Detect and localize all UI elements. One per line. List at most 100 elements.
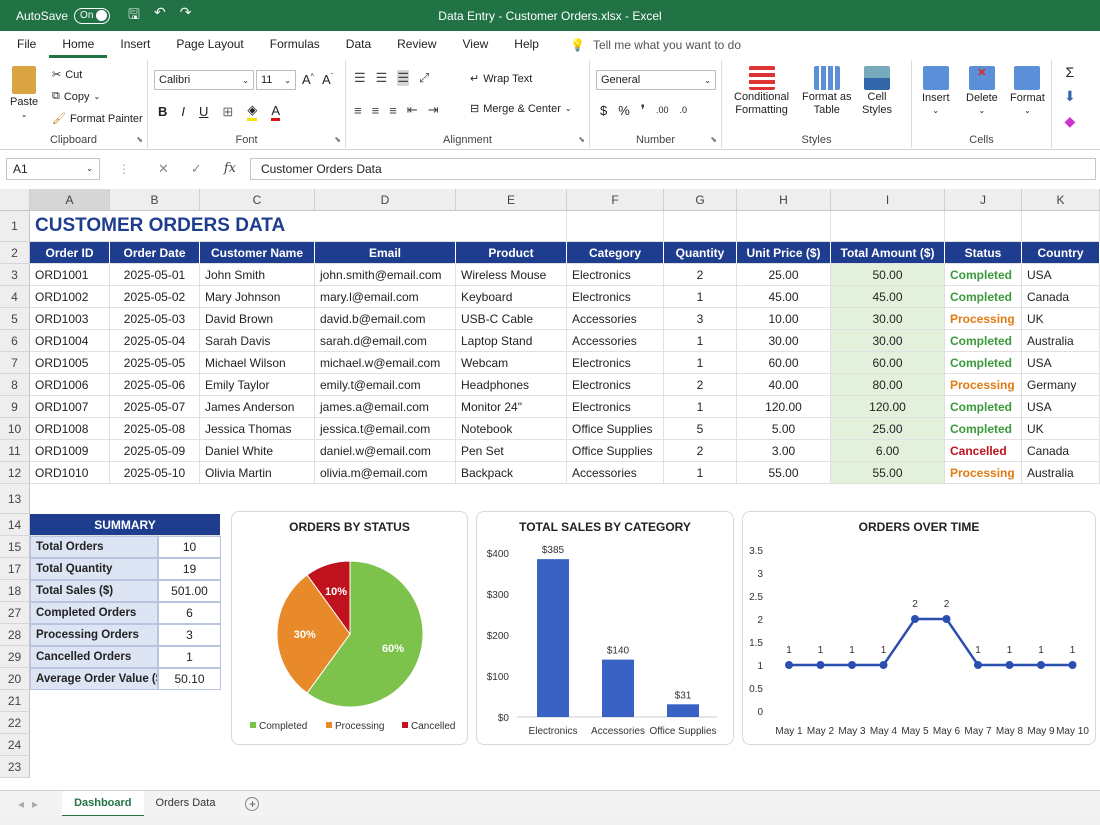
summary-label[interactable]: Total Sales ($) (30, 580, 158, 602)
copy-button[interactable]: ⧉ Copy ⌄ (52, 90, 100, 103)
data-cell[interactable]: Canada (1022, 440, 1100, 462)
merge-center-button[interactable]: ⊟ Merge & Center ⌄ (470, 102, 572, 116)
data-cell[interactable]: 50.00 (831, 264, 945, 286)
summary-value[interactable]: 6 (158, 602, 221, 624)
data-cell[interactable]: Accessories (567, 330, 664, 352)
data-cell[interactable]: Accessories (567, 308, 664, 330)
row-header[interactable]: 20 (0, 668, 30, 690)
data-cell[interactable]: ORD1005 (30, 352, 110, 374)
tab-data[interactable]: Data (333, 31, 384, 58)
data-cell[interactable]: Accessories (567, 462, 664, 484)
data-cell[interactable]: UK (1022, 418, 1100, 440)
empty-cell[interactable] (567, 211, 664, 242)
data-cell[interactable]: ORD1004 (30, 330, 110, 352)
column-header[interactable]: B (110, 189, 200, 211)
save-icon[interactable]: 🖫 (128, 4, 140, 28)
italic-icon[interactable]: I (181, 104, 185, 119)
name-box[interactable]: A1 ⌄ (6, 157, 100, 180)
align-top-icon[interactable]: ☰ (354, 70, 366, 86)
data-cell[interactable]: Backpack (456, 462, 567, 484)
data-cell[interactable]: Electronics (567, 396, 664, 418)
tab-formulas[interactable]: Formulas (257, 31, 333, 58)
align-bottom-icon[interactable]: ☰ (397, 70, 409, 86)
scroll-left-icon[interactable]: ◂ (18, 797, 24, 811)
data-cell[interactable]: Canada (1022, 286, 1100, 308)
tab-insert[interactable]: Insert (107, 31, 163, 58)
data-cell[interactable]: USB-C Cable (456, 308, 567, 330)
data-cell[interactable]: ORD1002 (30, 286, 110, 308)
formula-input[interactable]: Customer Orders Data (249, 157, 1096, 180)
data-cell[interactable]: ORD1001 (30, 264, 110, 286)
row-header[interactable]: 21 (0, 690, 30, 712)
data-cell[interactable]: Mary Johnson (200, 286, 315, 308)
delete-cells-button[interactable]: ✕ Delete ⌄ (966, 66, 998, 115)
increase-indent-icon[interactable]: ⇥ (428, 102, 439, 118)
orders-over-time-chart[interactable]: ORDERS OVER TIME 0 0.5 1 1.5 2 2.5 3 3.5 1 May 11M… (742, 511, 1096, 745)
data-cell[interactable]: Webcam (456, 352, 567, 374)
data-cell[interactable]: Michael Wilson (200, 352, 315, 374)
data-cell[interactable]: 3 (664, 308, 737, 330)
sales-by-category-chart[interactable]: TOTAL SALES BY CATEGORY $0 $100 $200 $300 $40… (476, 511, 734, 745)
data-cell[interactable]: 30.00 (737, 330, 831, 352)
data-cell[interactable]: Electronics (567, 374, 664, 396)
data-cell[interactable]: 2025-05-09 (110, 440, 200, 462)
font-family-select[interactable]: Calibri ⌄ (154, 70, 254, 90)
tab-view[interactable]: View (450, 31, 502, 58)
row-header[interactable]: 1 (0, 211, 30, 242)
data-cell[interactable]: Germany (1022, 374, 1100, 396)
column-title[interactable]: Product (456, 242, 567, 264)
format-as-table-button[interactable]: Format as Table (802, 66, 852, 116)
orders-by-status-chart[interactable]: ORDERS BY STATUS 60% 30% 10% Completed Proces… (231, 511, 468, 745)
tab-help[interactable]: Help (501, 31, 552, 58)
shrink-font-icon[interactable]: Aˇ (322, 72, 333, 87)
column-header[interactable]: H (737, 189, 831, 211)
data-cell[interactable]: Emily Taylor (200, 374, 315, 396)
percent-icon[interactable]: % (618, 103, 630, 118)
data-cell[interactable]: Electronics (567, 352, 664, 374)
sheet-tab-dashboard[interactable]: Dashboard (62, 790, 144, 817)
data-cell[interactable]: Jessica Thomas (200, 418, 315, 440)
column-title[interactable]: Email (315, 242, 456, 264)
format-cells-button[interactable]: Format ⌄ (1010, 66, 1045, 115)
data-cell[interactable]: 10.00 (737, 308, 831, 330)
data-cell[interactable]: 2025-05-01 (110, 264, 200, 286)
data-cell[interactable]: 3.00 (737, 440, 831, 462)
empty-cell[interactable] (664, 211, 737, 242)
data-cell[interactable]: USA (1022, 352, 1100, 374)
row-header[interactable]: 23 (0, 756, 30, 778)
data-cell[interactable]: 2025-05-08 (110, 418, 200, 440)
status-cell[interactable]: Completed (945, 418, 1022, 440)
summary-value[interactable]: 501.00 (158, 580, 221, 602)
data-cell[interactable]: David Brown (200, 308, 315, 330)
decrease-decimal-icon[interactable]: .0 (680, 105, 688, 115)
data-cell[interactable]: Sarah Davis (200, 330, 315, 352)
autosum-icon[interactable]: Σ (1066, 64, 1075, 80)
column-header[interactable]: F (567, 189, 664, 211)
data-cell[interactable]: 2 (664, 374, 737, 396)
row-header[interactable]: 7 (0, 352, 30, 374)
conditional-formatting-button[interactable]: Conditional Formatting (734, 66, 789, 116)
status-cell[interactable]: Completed (945, 264, 1022, 286)
data-cell[interactable]: ORD1008 (30, 418, 110, 440)
row-header[interactable]: 17 (0, 558, 30, 580)
add-sheet-icon[interactable]: + (245, 796, 260, 811)
data-cell[interactable]: mary.l@email.com (315, 286, 456, 308)
dialog-launcher-icon[interactable]: ⬊ (334, 135, 341, 144)
column-header[interactable]: D (315, 189, 456, 211)
column-header[interactable]: C (200, 189, 315, 211)
data-cell[interactable]: 40.00 (737, 374, 831, 396)
data-cell[interactable]: ORD1009 (30, 440, 110, 462)
data-cell[interactable]: 2025-05-10 (110, 462, 200, 484)
decrease-indent-icon[interactable]: ⇤ (407, 102, 418, 118)
empty-cell[interactable] (456, 211, 567, 242)
align-middle-icon[interactable]: ☰ (376, 70, 388, 86)
column-title[interactable]: Unit Price ($) (737, 242, 831, 264)
data-cell[interactable]: 2025-05-02 (110, 286, 200, 308)
data-cell[interactable]: 2025-05-04 (110, 330, 200, 352)
summary-label[interactable]: Total Quantity (30, 558, 158, 580)
clear-icon[interactable]: ◆ (1064, 113, 1075, 130)
scroll-right-icon[interactable]: ▸ (32, 797, 38, 811)
data-cell[interactable]: Laptop Stand (456, 330, 567, 352)
data-cell[interactable]: Office Supplies (567, 440, 664, 462)
data-cell[interactable]: emily.t@email.com (315, 374, 456, 396)
